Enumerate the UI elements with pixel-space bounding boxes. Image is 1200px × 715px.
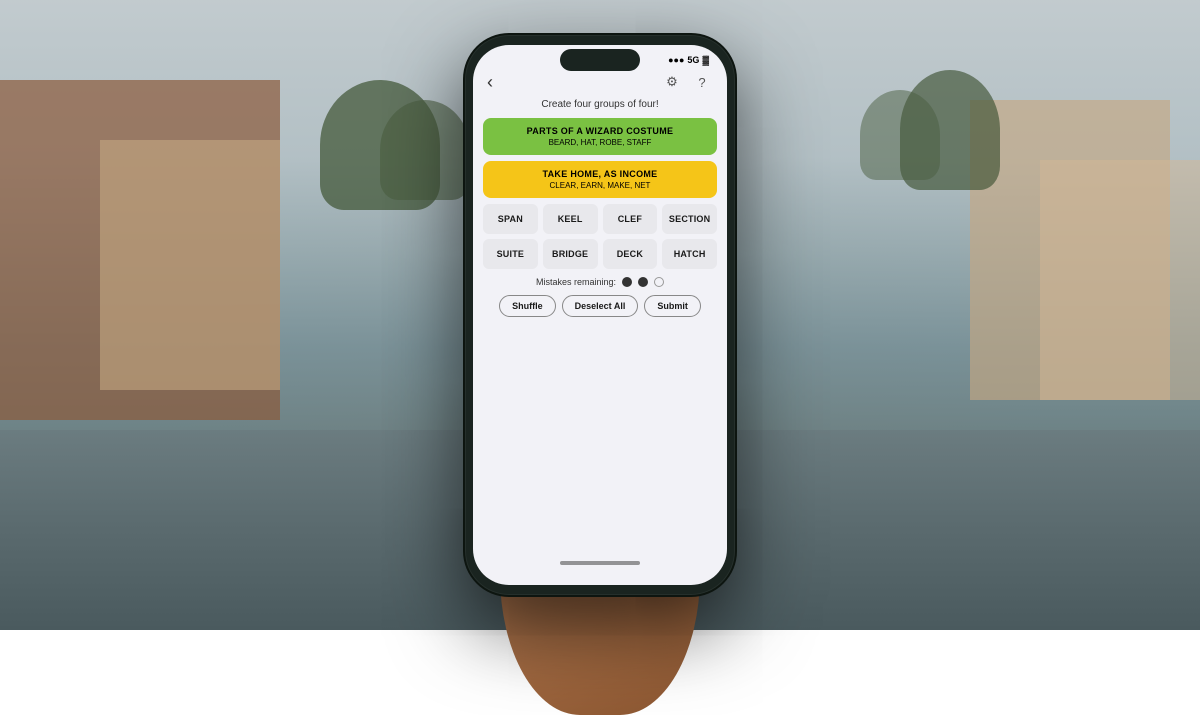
group-green-words: BEARD, HAT, ROBE, STAFF bbox=[495, 138, 705, 147]
status-icons: ●●● 5G ▓ bbox=[668, 55, 709, 65]
top-bar: ‹ ⚙ ? bbox=[483, 67, 717, 99]
network-label: 5G bbox=[687, 55, 699, 65]
tile-clef[interactable]: CLEF bbox=[603, 204, 658, 234]
home-indicator bbox=[560, 561, 640, 565]
group-green-title: PARTS OF A WIZARD COSTUME bbox=[495, 126, 705, 136]
solved-group-green: PARTS OF A WIZARD COSTUME BEARD, HAT, RO… bbox=[483, 118, 717, 155]
app-content: ‹ ⚙ ? Create four groups of four! PARTS … bbox=[473, 67, 727, 585]
tile-bridge[interactable]: BRIDGE bbox=[543, 239, 598, 269]
shuffle-button[interactable]: Shuffle bbox=[499, 295, 556, 317]
mistake-dot-2 bbox=[638, 277, 648, 287]
mistakes-row: Mistakes remaining: bbox=[483, 277, 717, 287]
building-right2 bbox=[1040, 160, 1200, 400]
tile-section[interactable]: SECTION bbox=[662, 204, 717, 234]
action-buttons: Shuffle Deselect All Submit bbox=[483, 295, 717, 317]
solved-group-yellow: TAKE HOME, AS INCOME CLEAR, EARN, MAKE, … bbox=[483, 161, 717, 198]
battery-icon: ▓ bbox=[702, 55, 709, 65]
dynamic-island bbox=[560, 49, 640, 71]
tile-hatch[interactable]: HATCH bbox=[662, 239, 717, 269]
tile-suite[interactable]: SUITE bbox=[483, 239, 538, 269]
group-yellow-title: TAKE HOME, AS INCOME bbox=[495, 169, 705, 179]
top-icons: ⚙ ? bbox=[661, 71, 713, 93]
hand-phone-container: ●●● 5G ▓ ‹ ⚙ ? Create four groups of fou… bbox=[465, 35, 735, 595]
tree-left2 bbox=[380, 100, 470, 200]
instruction-text: Create four groups of four! bbox=[483, 99, 717, 110]
tile-keel[interactable]: KEEL bbox=[543, 204, 598, 234]
back-button[interactable]: ‹ bbox=[487, 72, 493, 93]
phone: ●●● 5G ▓ ‹ ⚙ ? Create four groups of fou… bbox=[465, 35, 735, 595]
mistake-dot-1 bbox=[622, 277, 632, 287]
help-icon[interactable]: ? bbox=[691, 71, 713, 93]
building-left2 bbox=[100, 140, 280, 390]
mistakes-label: Mistakes remaining: bbox=[536, 277, 616, 287]
signal-icon: ●●● bbox=[668, 55, 684, 65]
tile-deck[interactable]: DECK bbox=[603, 239, 658, 269]
mistake-dot-3 bbox=[654, 277, 664, 287]
phone-screen: ●●● 5G ▓ ‹ ⚙ ? Create four groups of fou… bbox=[473, 45, 727, 585]
tree-right2 bbox=[860, 90, 940, 180]
submit-button[interactable]: Submit bbox=[644, 295, 701, 317]
word-grid: SPAN KEEL CLEF SECTION SUITE BRIDGE DECK… bbox=[483, 204, 717, 269]
tile-span[interactable]: SPAN bbox=[483, 204, 538, 234]
deselect-all-button[interactable]: Deselect All bbox=[562, 295, 639, 317]
settings-icon[interactable]: ⚙ bbox=[661, 71, 683, 93]
group-yellow-words: CLEAR, EARN, MAKE, NET bbox=[495, 181, 705, 190]
